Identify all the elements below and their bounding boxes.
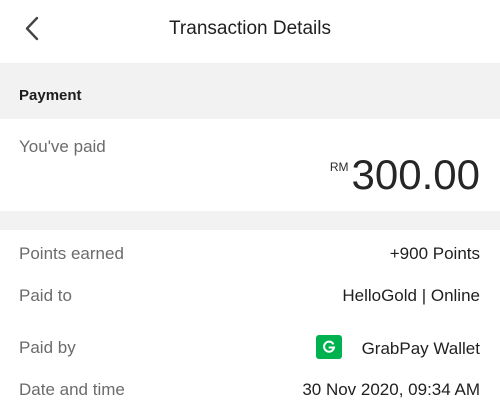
detail-label: Points earned <box>19 244 124 263</box>
page-title: Transaction Details <box>169 18 331 39</box>
merchant-name: HelloGold | Online <box>342 286 480 305</box>
amount-display: RM 300.00 <box>330 152 480 198</box>
amount-paid-card: You've paid RM 300.00 <box>0 119 500 211</box>
detail-value: HelloGold | Online <box>342 286 480 306</box>
detail-value: 30 Nov 2020, 09:34 AM <box>302 380 480 400</box>
section-title: Payment <box>19 87 82 104</box>
grabpay-icon <box>315 335 342 359</box>
amount-value: 300.00 <box>351 151 480 198</box>
top-bar: Transaction Details <box>0 0 500 62</box>
detail-label: Date and time <box>19 380 125 399</box>
detail-row-paid-to: Paid to HelloGold | Online <box>0 272 500 314</box>
paid-label: You've paid <box>19 137 106 156</box>
detail-row-paid-by: Paid by GrabPay Wallet <box>0 324 500 366</box>
detail-value: GrabPay Wallet <box>315 335 480 359</box>
detail-label: Paid to <box>19 286 72 305</box>
detail-label: Paid by <box>19 338 76 357</box>
transaction-datetime: 30 Nov 2020, 09:34 AM <box>302 380 480 399</box>
section-divider <box>0 211 500 230</box>
currency-label: RM <box>329 160 349 174</box>
detail-value: +900 Points <box>390 244 480 264</box>
payment-section-header: Payment <box>0 63 500 119</box>
detail-row-points-earned: Points earned +900 Points <box>0 230 500 272</box>
payment-method: GrabPay Wallet <box>361 338 480 358</box>
detail-row-date-time: Date and time 30 Nov 2020, 09:34 AM <box>0 366 500 408</box>
points-earned-value: +900 Points <box>389 244 480 263</box>
